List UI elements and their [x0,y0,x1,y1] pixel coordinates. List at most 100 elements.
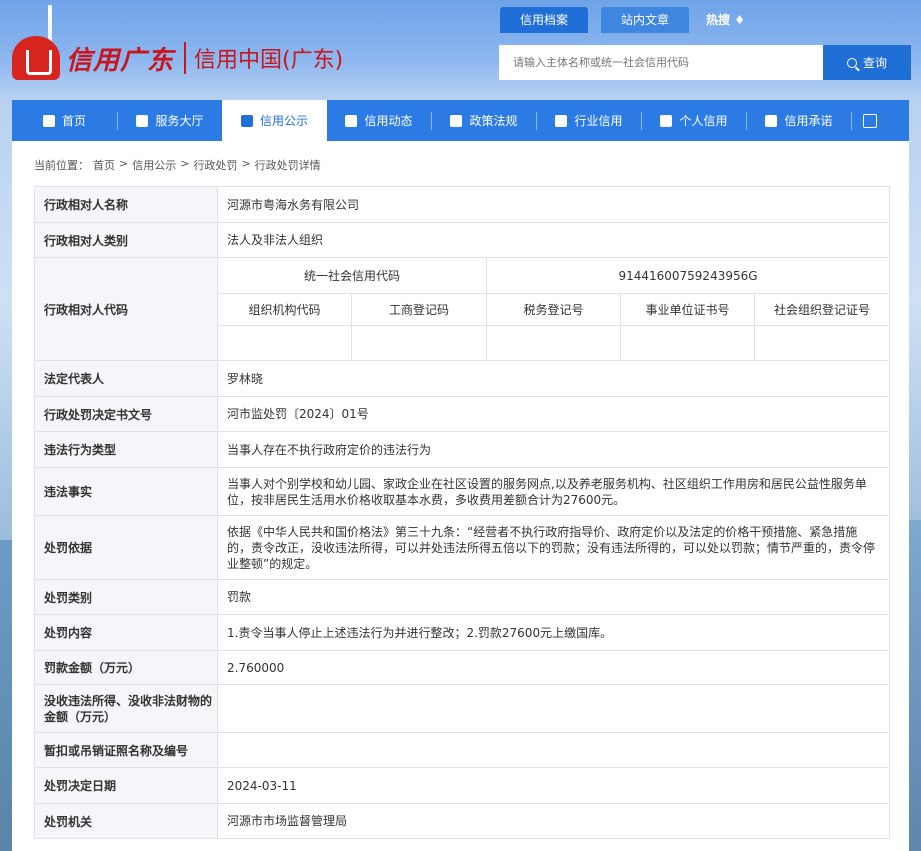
license-value [217,732,890,768]
grid-icon [136,114,149,127]
table-row: 罚款金额（万元） 2.760000 [34,650,890,685]
nav-industry-credit[interactable]: 行业信用 [537,100,641,141]
legal-rep-value: 罗林晓 [217,360,890,397]
table-row: 处罚内容 1.责令当事人停止上述违法行为并进行整改；2.罚款27600元上缴国库… [34,614,890,651]
breadcrumb-separator: > [180,157,190,170]
hot-search-label: 热搜 [706,13,731,27]
penalty-basis-value: 依据《中华人民共和国价格法》第三十九条：“经营者不执行政府指导价、政府定价以及法… [217,515,890,580]
field-label: 处罚机关 [34,803,218,839]
logo-title: 信用广东 [66,45,175,76]
penalty-content-value: 1.责令当事人停止上述违法行为并进行整改；2.罚款27600元上缴国库。 [217,614,890,651]
org-code-label: 组织机构代码 [217,293,352,326]
nav-credit-commitment-label: 信用承诺 [784,114,833,128]
tax-reg-value [486,325,621,361]
nav-industry-credit-label: 行业信用 [574,114,623,128]
document-icon [345,114,358,127]
penalty-org-value: 河源市市场监督管理局 [217,803,890,839]
party-type-value: 法人及非法人组织 [217,222,890,258]
expand-icon [863,113,877,128]
party-name-value: 河源市粤海水务有限公司 [217,186,890,223]
nav-more-button[interactable] [852,100,888,141]
table-row: 行政相对人代码 统一社会信用代码 91441600759243956G [34,257,890,361]
nav-home[interactable]: 首页 [12,100,117,141]
nav-credit-publicity[interactable]: 信用公示 [222,100,327,141]
breadcrumb-credit-publicity[interactable]: 信用公示 [132,157,176,173]
book-icon [450,114,463,127]
nav-credit-news-label: 信用动态 [364,114,413,128]
institution-cert-value [620,325,755,361]
social-org-reg-value [754,325,890,361]
field-label: 处罚内容 [34,614,218,651]
main-nav: 首页 服务大厅 信用公示 信用动态 政策法规 行业信用 个人信用 信用承诺 [12,100,909,141]
shield-icon [765,114,778,127]
logo-emblem-icon [12,36,60,80]
search-button[interactable]: 查询 [823,45,911,80]
field-label: 处罚决定日期 [34,767,218,804]
breadcrumb-home[interactable]: 首页 [93,157,115,173]
nav-credit-news[interactable]: 信用动态 [327,100,431,141]
breadcrumb-separator: > [119,157,129,170]
table-row: 处罚决定日期 2024-03-11 [34,767,890,804]
breadcrumb: 当前位置： 首页 > 信用公示 > 行政处罚 > 行政处罚详情 [34,157,321,173]
table-row: 违法事实 当事人对个别学校和幼儿园、家政企业在社区设置的服务网点,以及养老服务机… [34,467,890,516]
breadcrumb-penalty[interactable]: 行政处罚 [193,157,237,173]
business-reg-label: 工商登记码 [351,293,487,326]
business-reg-value [351,325,487,361]
table-row: 行政相对人类别 法人及非法人组织 [34,222,890,258]
person-card-icon [660,114,673,127]
nav-policy-label: 政策法规 [469,114,518,128]
field-label: 行政相对人类别 [34,222,218,258]
table-row: 暂扣或吊销证照名称及编号 [34,732,890,768]
table-row: 行政相对人名称 河源市粤海水务有限公司 [34,186,890,223]
table-row: 行政处罚决定书文号 河市监处罚〔2024〕01号 [34,396,890,432]
breadcrumb-separator: > [241,157,251,170]
field-label: 违法行为类型 [34,431,218,468]
tab-credit-archive[interactable]: 信用档案 [500,7,589,33]
search-bar: 查询 [499,45,911,80]
nav-personal-credit[interactable]: 个人信用 [642,100,746,141]
field-label: 行政相对人代码 [34,257,218,361]
site-logo[interactable]: 信用广东 信用中国(广东) [12,36,343,80]
search-input[interactable] [499,45,823,80]
fine-amount-value: 2.760000 [217,650,890,685]
nav-home-label: 首页 [61,114,86,128]
confiscation-amount-value [217,684,890,733]
violation-fact-value: 当事人对个别学校和幼儿园、家政企业在社区设置的服务网点,以及养老服务机构、社区组… [217,467,890,516]
tax-reg-label: 税务登记号 [486,293,621,326]
logo-divider [184,42,187,74]
nav-service-hall[interactable]: 服务大厅 [118,100,222,141]
field-label: 暂扣或吊销证照名称及编号 [34,732,218,768]
institution-cert-label: 事业单位证书号 [620,293,755,326]
briefcase-icon [240,114,253,127]
home-icon [42,114,55,127]
penalty-detail-table: 行政相对人名称 河源市粤海水务有限公司 行政相对人类别 法人及非法人组织 行政相… [34,186,890,839]
field-label: 行政处罚决定书文号 [34,396,218,432]
table-row: 违法行为类型 当事人存在不执行政府定价的违法行为 [34,431,890,468]
field-label: 罚款金额（万元） [34,650,218,685]
field-label: 法定代表人 [34,360,218,397]
decision-date-value: 2024-03-11 [217,767,890,804]
main-content: 当前位置： 首页 > 信用公示 > 行政处罚 > 行政处罚详情 行政相对人名称 … [12,141,909,851]
logo-subtitle: 信用中国(广东) [194,48,344,73]
search-button-label: 查询 [862,56,887,70]
table-row: 法定代表人 罗林晓 [34,360,890,397]
usc-code-value: 91441600759243956G [486,257,890,294]
tab-site-articles[interactable]: 站内文章 [601,7,690,33]
field-label: 处罚类别 [34,579,218,615]
table-row: 处罚机关 河源市市场监督管理局 [34,803,890,839]
field-label: 处罚依据 [34,515,218,580]
nav-credit-commitment[interactable]: 信用承诺 [747,100,851,141]
table-row: 处罚类别 罚款 [34,579,890,615]
nav-credit-publicity-label: 信用公示 [259,114,308,128]
violation-type-value: 当事人存在不执行政府定价的违法行为 [217,431,890,468]
search-icon [846,57,857,68]
nav-policy[interactable]: 政策法规 [432,100,536,141]
table-row: 处罚依据 依据《中华人民共和国价格法》第三十九条：“经营者不执行政府指导价、政府… [34,515,890,580]
site-header: 信用广东 信用中国(广东) 信用档案 站内文章 热搜 ♦ 查询 [0,0,921,100]
nav-service-hall-label: 服务大厅 [155,114,204,128]
social-org-reg-label: 社会组织登记证号 [754,293,890,326]
decision-doc-value: 河市监处罚〔2024〕01号 [217,396,890,432]
breadcrumb-prefix: 当前位置： [34,159,89,172]
hot-search-link[interactable]: 热搜 ♦ [702,7,745,33]
usc-code-label: 统一社会信用代码 [217,257,487,294]
